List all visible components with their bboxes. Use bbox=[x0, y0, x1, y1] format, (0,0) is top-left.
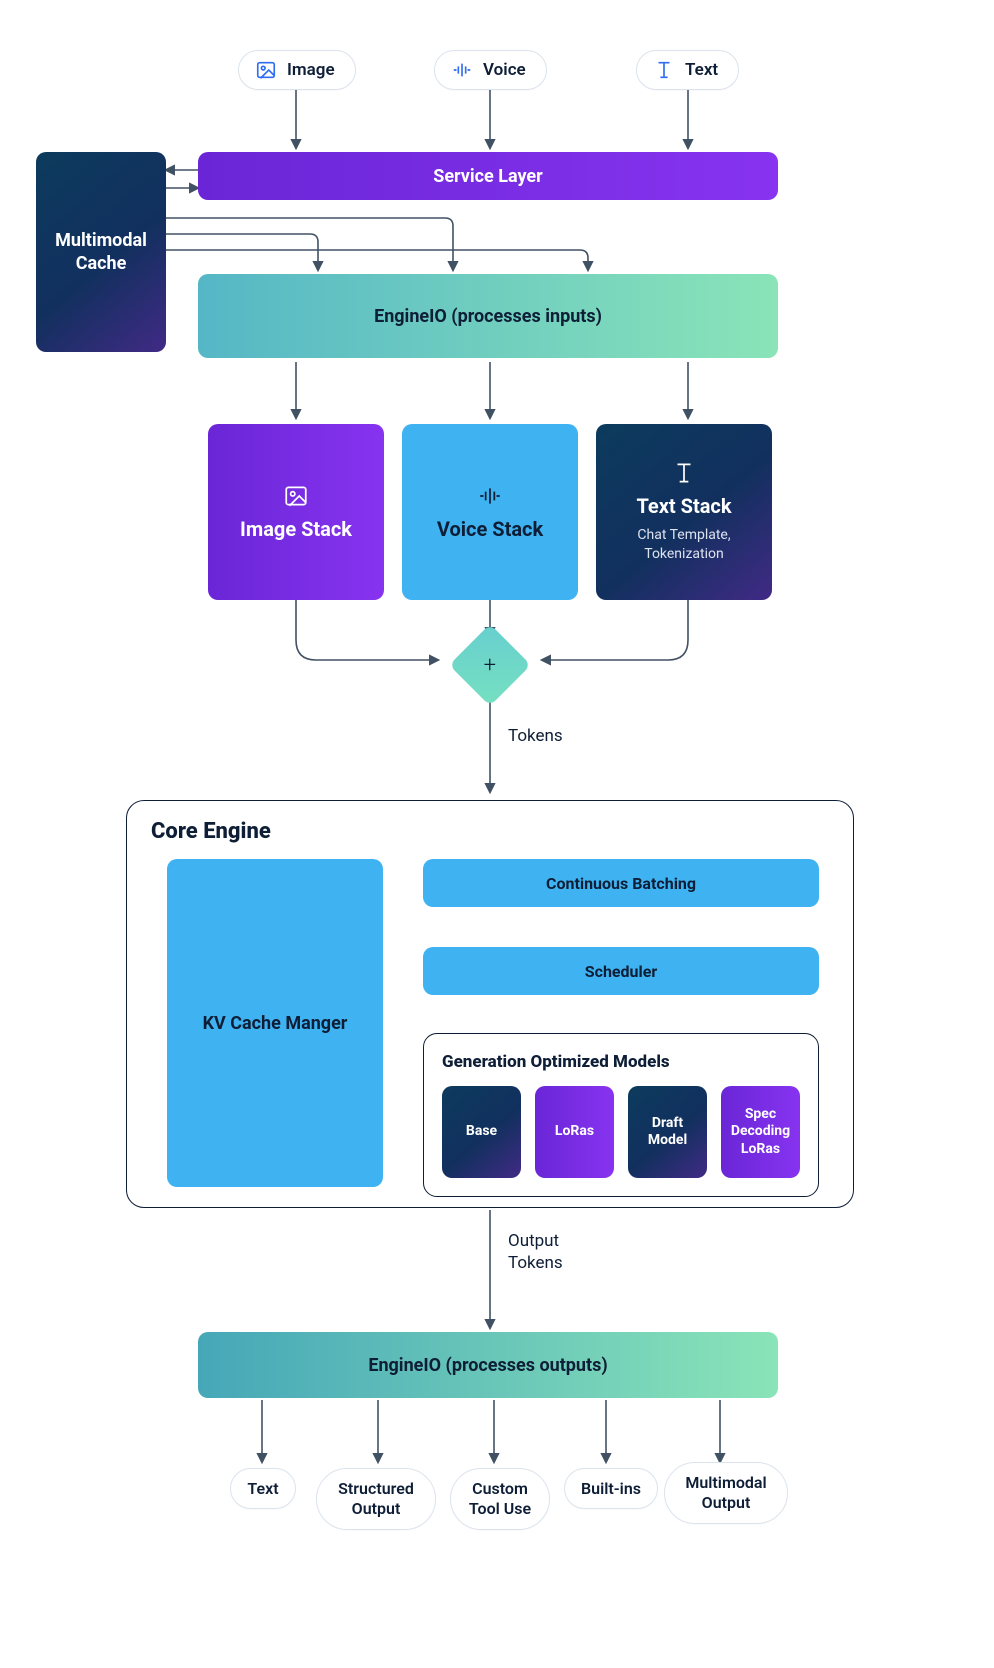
scheduler-box: Scheduler bbox=[423, 947, 819, 995]
text-stack-box: Text Stack Chat Template, Tokenization bbox=[596, 424, 772, 600]
kv-cache-box: KV Cache Manger bbox=[167, 859, 383, 1187]
gen-models-title: Generation Optimized Models bbox=[442, 1052, 800, 1072]
output-pill-text: Text bbox=[230, 1468, 296, 1509]
image-stack-box: Image Stack bbox=[208, 424, 384, 600]
input-pill-text: Text bbox=[636, 50, 739, 90]
scheduler-label: Scheduler bbox=[585, 962, 658, 981]
engineio-outputs-box: EngineIO (processes outputs) bbox=[198, 1332, 778, 1398]
input-pill-label: Image bbox=[287, 60, 335, 80]
output-tokens-label: Output Tokens bbox=[508, 1230, 563, 1274]
model-base: Base bbox=[442, 1086, 521, 1178]
text-stack-title: Text Stack bbox=[636, 494, 731, 518]
core-engine-panel: Core Engine KV Cache Manger Continuous B… bbox=[126, 800, 854, 1208]
output-pill-builtins: Built-ins bbox=[564, 1468, 658, 1509]
input-pill-label: Voice bbox=[483, 60, 526, 80]
gen-models-panel: Generation Optimized Models Base LoRas D… bbox=[423, 1033, 819, 1197]
input-pill-image: Image bbox=[238, 50, 356, 90]
text-stack-subtitle: Chat Template, Tokenization bbox=[610, 526, 758, 564]
tokens-label: Tokens bbox=[508, 726, 563, 746]
voice-stack-box: Voice Stack bbox=[402, 424, 578, 600]
voice-icon bbox=[451, 59, 473, 81]
multimodal-cache-label: Multimodal Cache bbox=[50, 229, 152, 276]
output-pill-multimodal: Multimodal Output bbox=[664, 1462, 788, 1524]
model-spec-loras: Spec Decoding LoRas bbox=[721, 1086, 800, 1178]
image-icon bbox=[283, 483, 309, 509]
text-icon bbox=[671, 460, 697, 486]
voice-icon bbox=[477, 483, 503, 509]
text-icon bbox=[653, 59, 675, 81]
kv-cache-label: KV Cache Manger bbox=[203, 1013, 348, 1034]
service-layer-label: Service Layer bbox=[433, 166, 543, 187]
image-icon bbox=[255, 59, 277, 81]
engineio-inputs-label: EngineIO (processes inputs) bbox=[374, 306, 602, 327]
service-layer-box: Service Layer bbox=[198, 152, 778, 200]
output-pill-structured: Structured Output bbox=[316, 1468, 436, 1530]
input-pill-voice: Voice bbox=[434, 50, 547, 90]
engineio-outputs-label: EngineIO (processes outputs) bbox=[368, 1355, 607, 1376]
plus-icon: + bbox=[484, 653, 496, 678]
batching-label: Continuous Batching bbox=[546, 874, 696, 893]
output-pill-custom-tool: Custom Tool Use bbox=[450, 1468, 550, 1530]
core-engine-title: Core Engine bbox=[151, 819, 271, 844]
batching-box: Continuous Batching bbox=[423, 859, 819, 907]
multimodal-cache-box: Multimodal Cache bbox=[36, 152, 166, 352]
voice-stack-label: Voice Stack bbox=[437, 517, 543, 541]
model-loras: LoRas bbox=[535, 1086, 614, 1178]
engineio-inputs-box: EngineIO (processes inputs) bbox=[198, 274, 778, 358]
model-draft: Draft Model bbox=[628, 1086, 707, 1178]
merge-diamond: + bbox=[461, 636, 519, 694]
image-stack-label: Image Stack bbox=[240, 517, 352, 541]
input-pill-label: Text bbox=[685, 60, 718, 80]
